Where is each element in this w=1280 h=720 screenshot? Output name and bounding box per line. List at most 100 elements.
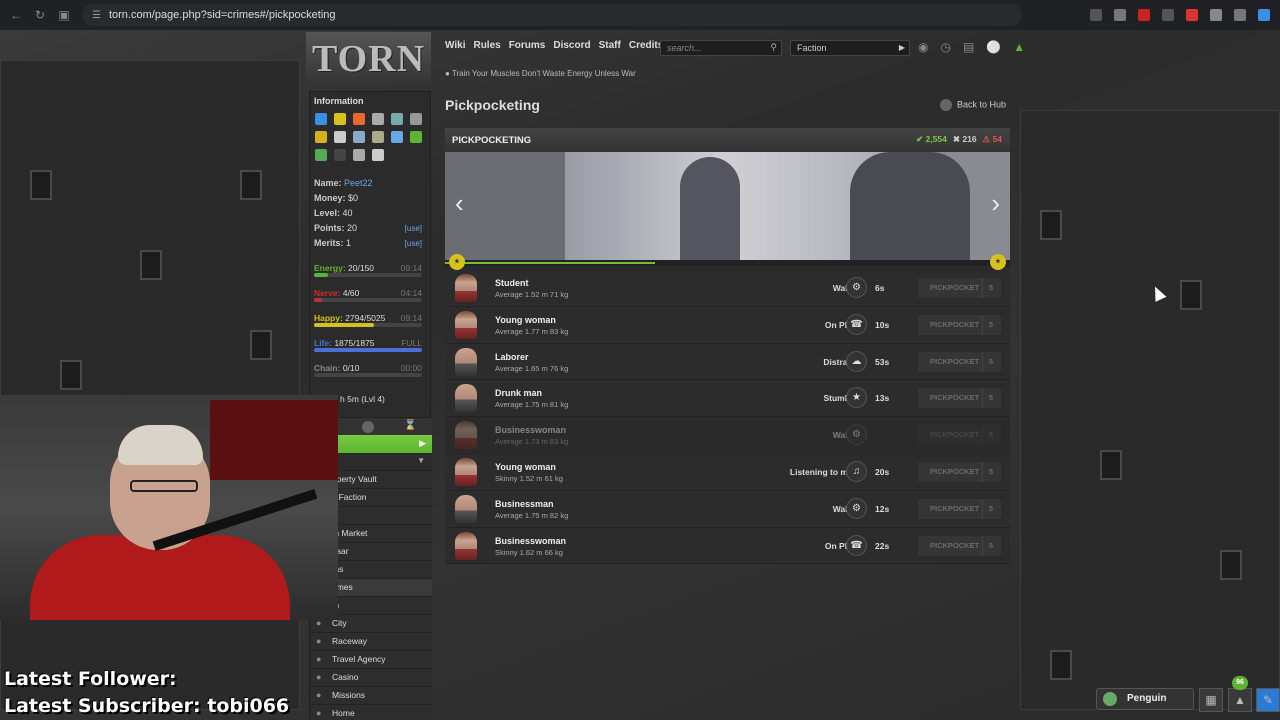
heart-icon[interactable] xyxy=(353,113,365,125)
tab-icon[interactable]: ▣ xyxy=(56,7,72,23)
clipboard-icon[interactable]: ▤ xyxy=(963,40,974,54)
extension-icon[interactable] xyxy=(1258,9,1270,21)
target-timer: 53s xyxy=(875,356,890,367)
reload-icon[interactable]: ↻ xyxy=(32,7,48,23)
bomb-icon[interactable] xyxy=(334,149,346,161)
address-bar[interactable]: ☰ torn.com/page.php?sid=crimes#/pickpock… xyxy=(82,4,1022,26)
banner-prev-arrow[interactable]: ‹ xyxy=(455,188,464,219)
stat-bar[interactable]: Happy: 2794/5025 09:14 xyxy=(314,308,426,333)
nav-discord[interactable]: Discord xyxy=(553,40,590,56)
nav-staff[interactable]: Staff xyxy=(599,40,621,56)
sidebar-menu-item[interactable]: ● Missions xyxy=(310,686,432,704)
user-name[interactable]: Peet22 xyxy=(344,178,373,188)
target-list: StudentAverage 1.52 m 71 kgWalking⚙6sPIC… xyxy=(445,266,1010,565)
nerve-cost: 5 xyxy=(981,351,993,372)
pickpocket-button[interactable]: PICKPOCKET 5 xyxy=(917,277,1002,299)
plant-icon[interactable] xyxy=(315,149,327,161)
pickpocket-button-label: PICKPOCKET xyxy=(930,540,980,550)
back-to-hub-link[interactable]: Back to Hub xyxy=(940,99,1006,111)
info-icon[interactable] xyxy=(362,421,374,433)
globe-icon[interactable] xyxy=(391,113,403,125)
merits-use-link[interactable]: [use] xyxy=(405,236,422,251)
search-input[interactable]: search... ⚲ xyxy=(660,40,782,56)
stat-bar[interactable]: Energy: 20/150 09:14 xyxy=(314,258,426,283)
target-row: BusinesswomanAverage 1.73 m 83 kgWalking… xyxy=(445,417,1010,454)
extension-icon[interactable] xyxy=(1186,9,1198,21)
target-name: Businesswoman xyxy=(495,425,567,436)
target-timer: 22s xyxy=(875,540,890,551)
donator-star-icon[interactable] xyxy=(334,113,346,125)
binoculars-icon[interactable]: ◉ xyxy=(918,40,928,54)
house-icon[interactable] xyxy=(372,149,384,161)
sidebar-menu-item[interactable]: ● Raceway xyxy=(310,632,432,650)
stat-bar[interactable]: Chain: 0/10 00:00 xyxy=(314,358,426,383)
site-info-icon[interactable]: ☰ xyxy=(92,10,101,21)
sidebar-menu-label: Raceway xyxy=(332,636,367,646)
pickpocket-button[interactable]: PICKPOCKET 5 xyxy=(917,534,1002,557)
gun-icon[interactable] xyxy=(353,149,365,161)
search-placeholder: search... xyxy=(667,43,702,53)
chef-icon[interactable] xyxy=(372,131,384,143)
extension-icon[interactable] xyxy=(1210,9,1222,21)
stat-bar-track xyxy=(314,298,422,302)
stat-bar[interactable]: Life: 1875/1875 FULL xyxy=(314,333,426,358)
pickpocket-button[interactable]: PICKPOCKET 5 xyxy=(917,497,1002,520)
pickpocket-button[interactable]: PICKPOCKET 5 xyxy=(917,387,1002,410)
faction-select[interactable]: Faction ▶ xyxy=(790,40,910,56)
points-use-link[interactable]: [use] xyxy=(405,221,422,236)
target-avatar xyxy=(455,274,477,302)
target-name: Businessman xyxy=(495,498,554,509)
home-icon: ● xyxy=(316,708,322,718)
stat-bar-fill xyxy=(314,323,375,327)
install-icon[interactable] xyxy=(1090,9,1102,21)
hourglass-icon[interactable]: ⌛ xyxy=(404,420,416,431)
target-name: Young woman xyxy=(495,461,556,472)
stat-bar-fill xyxy=(314,298,322,302)
nav-rules[interactable]: Rules xyxy=(473,40,500,56)
target-row: Young woman Average 1.77 m 83 kg On Phone ☎… xyxy=(445,306,1010,344)
building-icon[interactable]: ▦ xyxy=(1199,688,1223,712)
pencil-icon[interactable]: ✎ xyxy=(1256,688,1280,712)
chevron-down-icon: ▼ xyxy=(417,456,425,465)
target-description: Average 1.73 m 83 kg xyxy=(495,437,569,447)
extension-icon[interactable] xyxy=(1138,9,1150,21)
torn-logo[interactable]: TORN xyxy=(306,32,431,86)
crime-stats: ✔ 2,554 ✖ 216 ⚠ 54 xyxy=(916,134,1002,145)
target-timer: 20s xyxy=(875,466,890,477)
pickpocket-button[interactable]: PICKPOCKET 5 xyxy=(917,350,1002,373)
gender-icon[interactable] xyxy=(315,113,327,125)
refresh-icon[interactable] xyxy=(410,131,422,143)
extension-icon[interactable] xyxy=(1162,9,1174,21)
extension-icon[interactable] xyxy=(1234,9,1246,21)
syringe-icon[interactable] xyxy=(391,131,403,143)
back-icon[interactable]: ← xyxy=(8,7,24,23)
bookmark-star-icon[interactable] xyxy=(1114,9,1126,21)
banner-next-arrow[interactable]: › xyxy=(991,188,1000,219)
search-icon[interactable]: ⚲ xyxy=(770,42,777,53)
pickpocket-button[interactable]: PICKPOCKET 5 xyxy=(917,460,1002,483)
clock-icon[interactable]: ◷ xyxy=(940,40,950,54)
trophy-icon[interactable] xyxy=(372,113,384,125)
notification-badge: 96 xyxy=(1232,676,1248,690)
clock-icon[interactable] xyxy=(334,131,346,143)
sidebar-menu-item[interactable]: ● Travel Agency xyxy=(310,650,432,668)
bank-icon[interactable] xyxy=(410,113,422,125)
chat-tab[interactable]: Penguin xyxy=(1096,688,1194,710)
target-avatar xyxy=(455,347,477,376)
stat-bar[interactable]: Nerve: 4/60 04:14 xyxy=(314,283,426,308)
card-icon[interactable] xyxy=(315,131,327,143)
tree-icon[interactable]: ▲ xyxy=(1013,40,1025,54)
sidebar-menu-item[interactable]: ● Casino xyxy=(310,668,432,686)
sidebar-menu-item[interactable]: ● Home xyxy=(310,704,432,720)
pickpocket-button[interactable]: PICKPOCKET 5 xyxy=(917,424,1002,447)
pickpocket-button[interactable]: PICKPOCKET 5 xyxy=(917,313,1002,336)
pickpocket-button-label: PICKPOCKET xyxy=(930,430,980,440)
nav-forums[interactable]: Forums xyxy=(509,40,546,56)
nav-wiki[interactable]: Wiki xyxy=(445,40,465,56)
stat-bar-track xyxy=(314,373,422,377)
globe-icon[interactable]: ⚪ xyxy=(986,40,1001,54)
nav-credits[interactable]: Credits xyxy=(629,40,663,56)
target-name: Businesswoman xyxy=(495,535,567,546)
map-icon[interactable] xyxy=(353,131,365,143)
tree-icon[interactable]: ▲ xyxy=(1228,688,1252,712)
